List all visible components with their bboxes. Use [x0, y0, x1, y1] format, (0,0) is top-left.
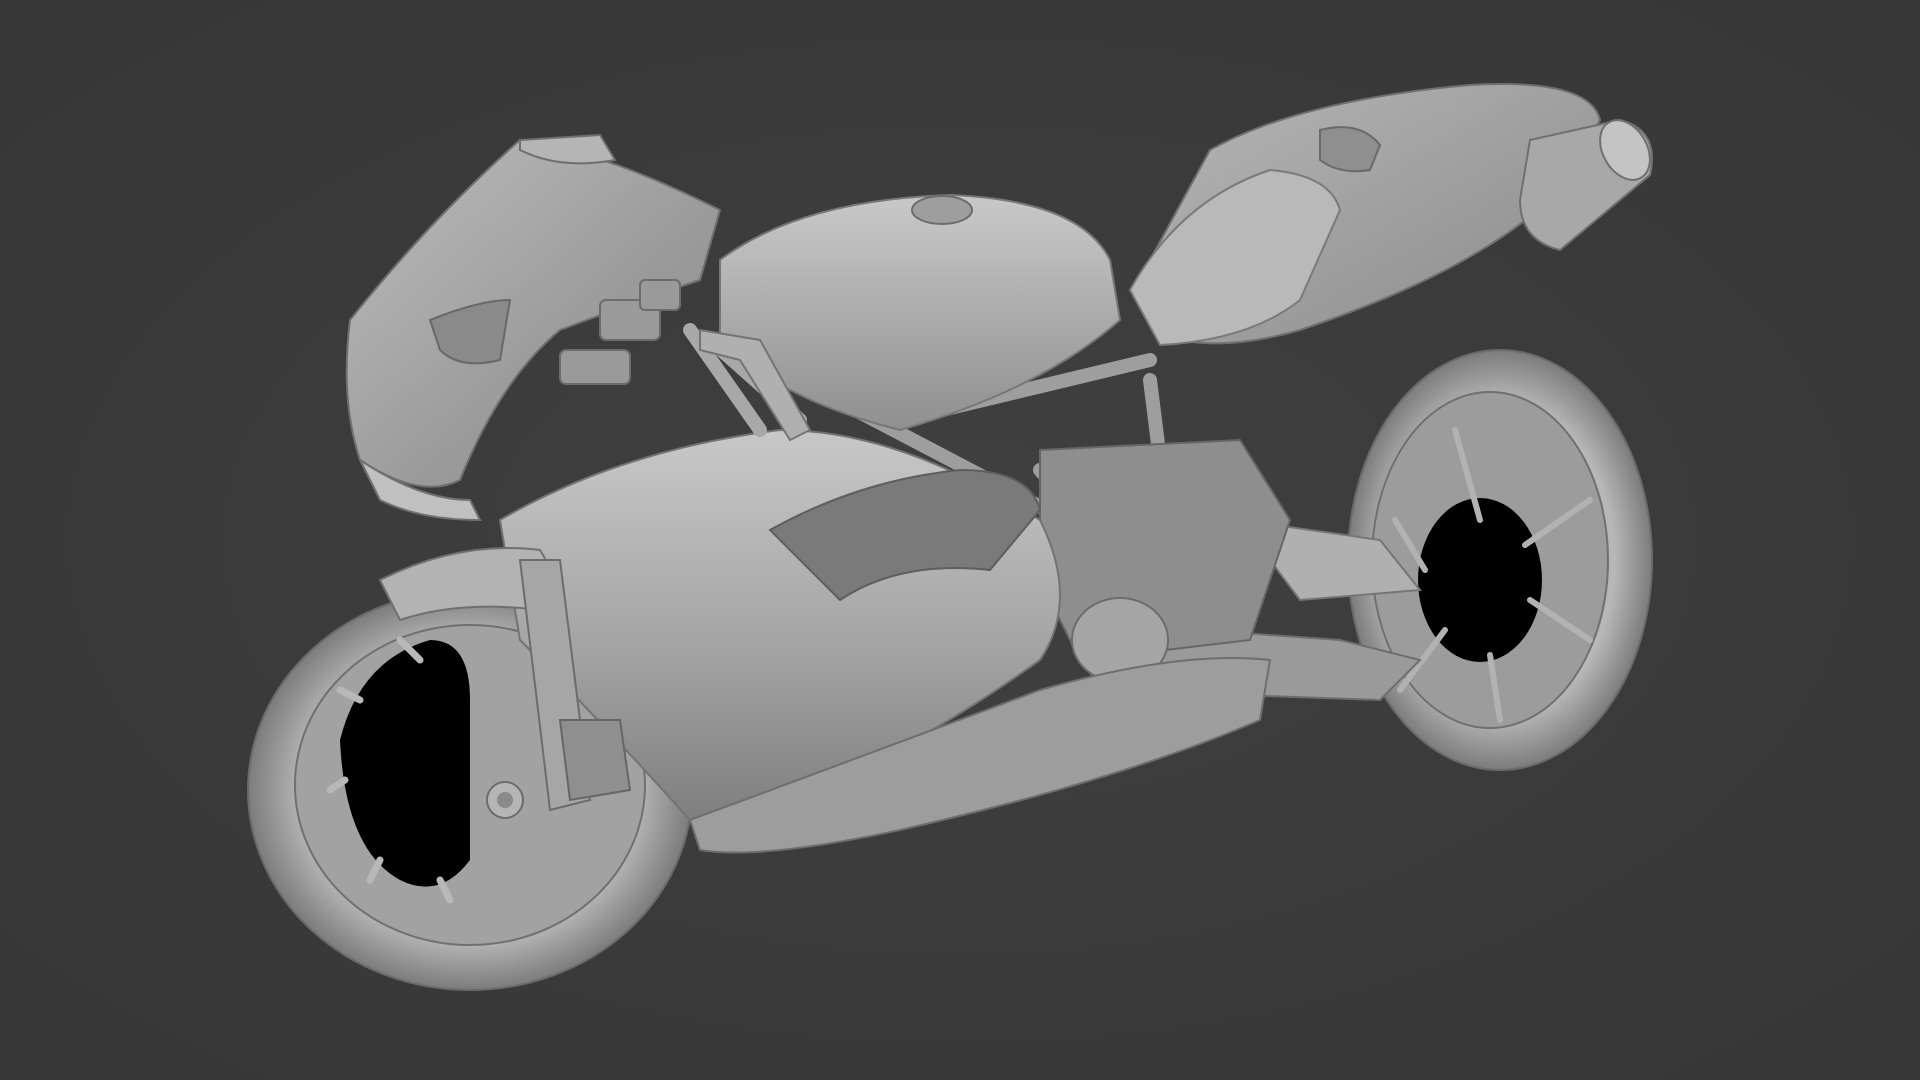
- brake-caliper: [558, 719, 632, 802]
- 3d-viewport[interactable]: [0, 0, 1920, 1080]
- motorcycle-model[interactable]: [0, 0, 1920, 1080]
- front-axle-nut: [497, 792, 513, 808]
- front-fairing: [345, 138, 722, 488]
- fuel-cap: [911, 195, 973, 225]
